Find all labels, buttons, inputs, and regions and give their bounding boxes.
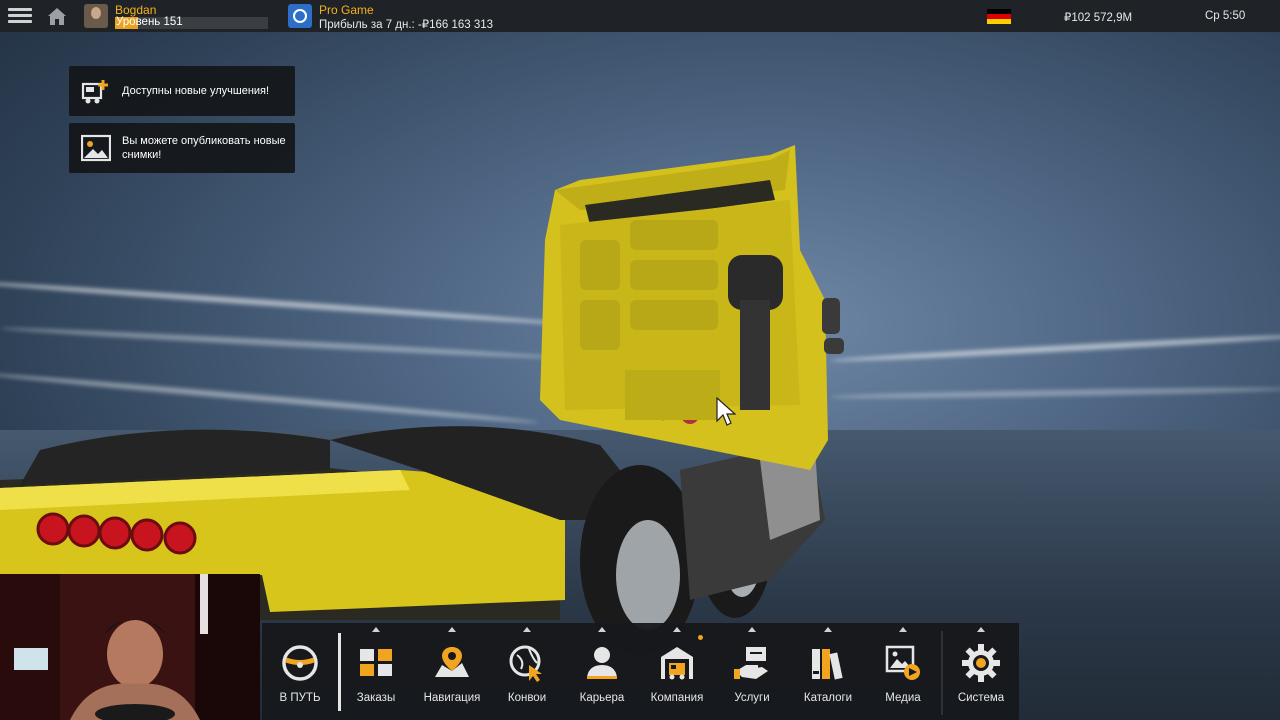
username[interactable]: Bogdan	[115, 3, 156, 17]
dock-item-navigation[interactable]: Навигация	[414, 623, 490, 720]
notification-text: Доступны новые улучшения!	[122, 85, 270, 97]
chevron-up-icon[interactable]	[824, 627, 832, 632]
light-streak	[829, 385, 1280, 401]
avatar[interactable]	[84, 4, 108, 28]
cargo-boxes-icon	[356, 643, 396, 683]
notification-text: Вы можете опубликовать новые снимки!	[122, 135, 286, 161]
dock-item-jobs[interactable]: Заказы	[338, 623, 414, 720]
garage-truck-icon	[657, 643, 697, 683]
gear-icon	[961, 643, 1001, 683]
truck-upgrade-icon	[81, 80, 108, 104]
dock-item-label: Конвои	[507, 692, 547, 704]
chevron-up-icon[interactable]	[673, 627, 681, 632]
home-icon[interactable]	[46, 6, 68, 26]
dock-item-convoy[interactable]: Конвои	[489, 623, 565, 720]
dock-item-system[interactable]: Система	[943, 623, 1019, 720]
dock-item-label: В ПУТЬ	[279, 692, 321, 704]
top-bar: Bogdan Уровень 151 Pro Game Прибыль за 7…	[0, 0, 1280, 32]
globe-pointer-icon	[507, 643, 547, 683]
light-streak	[0, 278, 580, 328]
person-icon	[582, 643, 622, 683]
chevron-up-icon[interactable]	[748, 627, 756, 632]
dock-item-services[interactable]: Услуги	[714, 623, 790, 720]
mouse-cursor-icon	[716, 397, 736, 426]
game-clock: Ср 5:50	[1205, 10, 1246, 22]
map-pin-icon	[432, 643, 472, 683]
chevron-up-icon[interactable]	[899, 627, 907, 632]
handshake-icon	[732, 643, 772, 683]
company-name[interactable]: Pro Game	[319, 3, 374, 17]
dock-item-label: Медиа	[885, 692, 921, 704]
light-streak	[0, 370, 540, 426]
chevron-up-icon[interactable]	[598, 627, 606, 632]
dock-item-catalogs[interactable]: Каталоги	[790, 623, 866, 720]
chevron-up-icon[interactable]	[523, 627, 531, 632]
light-streak	[0, 325, 560, 361]
dock-item-label: Система	[957, 692, 1005, 704]
webcam-feed	[0, 574, 260, 720]
chevron-up-icon[interactable]	[372, 627, 380, 632]
menu-icon[interactable]	[8, 6, 32, 26]
chevron-up-icon[interactable]	[448, 627, 456, 632]
dock-item-label: Компания	[650, 692, 704, 704]
company-profit: Прибыль за 7 дн.: -₽166 163 313	[319, 19, 494, 31]
dock-item-label: Заказы	[356, 692, 396, 704]
dock-item-career[interactable]: Карьера	[564, 623, 640, 720]
bottom-dock: В ПУТЬ Заказы Навигация Конвои Карьера Компан…	[262, 623, 1019, 720]
dock-item-label: Услуги	[734, 692, 770, 704]
dock-item-label: Каталоги	[803, 692, 853, 704]
light-streak	[830, 332, 1280, 364]
books-icon	[808, 643, 848, 683]
notification-upgrades[interactable]: Доступны новые улучшения!	[69, 66, 295, 116]
webcam-overlay	[0, 574, 260, 720]
money-balance: ₽102 572,9M	[1064, 12, 1133, 24]
level-progress-bar: Уровень 151	[115, 16, 268, 29]
dock-separator	[941, 631, 943, 715]
screenshot-icon	[81, 134, 111, 162]
steering-wheel-icon	[280, 643, 320, 683]
notification-screenshots[interactable]: Вы можете опубликовать новые снимки!	[69, 123, 295, 173]
level-label: Уровень 151	[116, 16, 183, 28]
dock-item-drive[interactable]: В ПУТЬ	[262, 623, 341, 720]
dock-item-media[interactable]: Медиа	[865, 623, 941, 720]
dock-item-company[interactable]: Компания	[639, 623, 715, 720]
notification-dot	[698, 635, 703, 640]
company-logo-icon[interactable]	[288, 4, 312, 28]
dock-item-label: Карьера	[579, 692, 625, 704]
country-flag-icon	[987, 9, 1011, 24]
media-play-icon	[883, 643, 923, 683]
flag-stripe	[987, 19, 1011, 24]
chevron-up-icon[interactable]	[977, 627, 985, 632]
dock-item-label: Навигация	[423, 692, 481, 704]
